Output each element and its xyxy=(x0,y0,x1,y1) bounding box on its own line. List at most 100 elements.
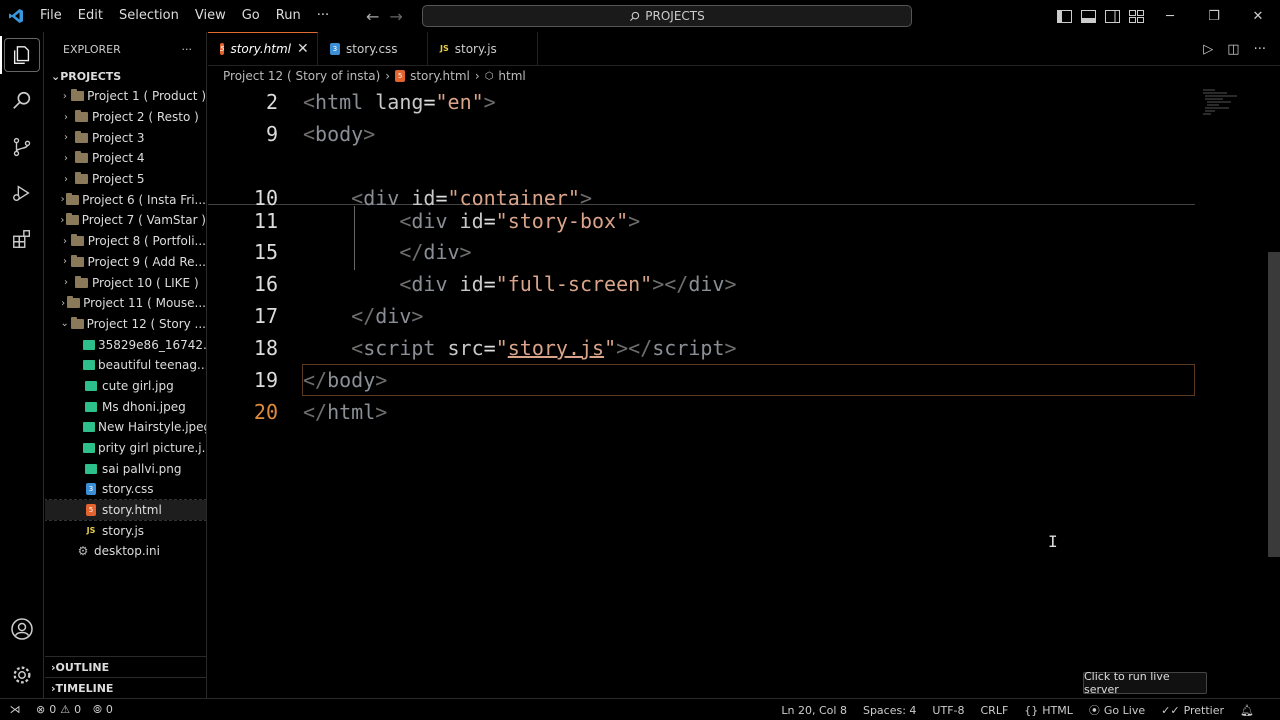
forward-arrow-icon[interactable]: → xyxy=(389,7,402,26)
code-line: 18 <script src="story.js"></script> xyxy=(208,334,737,362)
vertical-scrollbar[interactable] xyxy=(1268,252,1280,557)
tree-item-label: Project 3 xyxy=(92,130,145,145)
encoding[interactable]: UTF-8 xyxy=(926,699,970,720)
files-icon xyxy=(13,46,30,64)
tree-item[interactable]: › Project 2 ( Resto ) xyxy=(45,107,206,128)
image-file-icon xyxy=(83,400,99,414)
tree-item[interactable]: cute girl.jpg xyxy=(45,376,206,397)
tree-item-label: story.css xyxy=(102,482,154,497)
menu-go[interactable]: Go xyxy=(234,0,268,32)
menu-view[interactable]: View xyxy=(187,0,234,32)
tab-story-html[interactable]: 5 story.html ✕ xyxy=(208,32,318,65)
tree-item[interactable]: › Project 4 xyxy=(45,148,206,169)
ports-indicator[interactable]: ⦾ 0 xyxy=(87,699,119,720)
outline-section[interactable]: › OUTLINE xyxy=(45,656,206,677)
tab-story-css[interactable]: 3 story.css xyxy=(318,32,428,65)
tree-item[interactable]: 35829e86_16742... xyxy=(45,334,206,355)
menu-edit[interactable]: Edit xyxy=(70,0,111,32)
cursor-position[interactable]: Ln 20, Col 8 xyxy=(775,699,853,720)
folder-icon xyxy=(65,213,79,227)
code-line: 15 </div> xyxy=(208,238,472,266)
code-token: > xyxy=(724,272,737,296)
run-debug-activity[interactable] xyxy=(0,170,44,216)
prettier-status[interactable]: ✓✓ Prettier xyxy=(1155,699,1230,720)
remote-indicator[interactable]: ⋊ xyxy=(0,699,30,720)
code-line: 9 <body> xyxy=(208,120,375,148)
minimize-icon[interactable]: ─ xyxy=(1148,0,1192,32)
language-mode[interactable]: {} HTML xyxy=(1018,699,1079,720)
code-token: div xyxy=(411,209,448,233)
tab-story-js[interactable]: JS story.js xyxy=(428,32,538,65)
menu-file[interactable]: File xyxy=(32,0,70,32)
tree-item[interactable]: › Project 9 ( Add Re... xyxy=(45,252,206,273)
code-token: lang xyxy=(363,90,424,114)
tree-item[interactable]: sai pallvi.png xyxy=(45,458,206,479)
tree-item[interactable]: 3 story.css xyxy=(45,479,206,500)
breadcrumb-file[interactable]: story.html xyxy=(410,69,470,83)
menu-selection[interactable]: Selection xyxy=(111,0,187,32)
code-editor[interactable]: 2 <html lang="en"> 9 <body> 10 <div id="cont… xyxy=(208,86,1208,686)
projects-root-label: PROJECTS xyxy=(60,69,122,83)
search-activity[interactable] xyxy=(0,78,44,124)
code-line: 2 <html lang="en"> xyxy=(208,88,496,116)
chevron-right-icon: › xyxy=(64,152,68,164)
tree-item[interactable]: › Project 3 xyxy=(45,127,206,148)
tree-item[interactable]: › Project 1 ( Product ) xyxy=(45,86,206,107)
accounts-activity[interactable] xyxy=(0,606,44,652)
tree-item[interactable]: beautiful teenag... xyxy=(45,355,206,376)
explorer-more-icon[interactable]: ··· xyxy=(182,43,193,56)
tree-item-label: story.html xyxy=(102,503,162,518)
projects-root[interactable]: ⌄ PROJECTS xyxy=(45,66,206,86)
tree-item[interactable]: › Project 7 ( VamStar ) xyxy=(45,210,206,231)
tree-item[interactable]: ⌄ Project 12 ( Story ... xyxy=(45,314,206,335)
restore-icon[interactable]: ❐ xyxy=(1192,0,1236,32)
tree-item[interactable]: › Project 11 ( Mouse... xyxy=(45,293,206,314)
tree-item[interactable]: 5 story.html xyxy=(45,498,206,522)
close-window-icon[interactable]: ✕ xyxy=(1236,0,1280,32)
tree-item[interactable]: Ms dhoni.jpeg xyxy=(45,396,206,417)
code-token: ></ xyxy=(616,336,653,360)
chevron-right-icon: › xyxy=(385,69,391,83)
code-token: html xyxy=(327,400,376,424)
close-icon[interactable]: ✕ xyxy=(297,41,309,57)
notifications-button[interactable]: 🔔︎ xyxy=(1234,699,1260,720)
explorer-activity[interactable] xyxy=(0,32,44,78)
split-editor-icon[interactable]: ◫ xyxy=(1227,42,1239,57)
source-control-activity[interactable] xyxy=(0,124,44,170)
menu-more[interactable]: ··· xyxy=(309,0,337,32)
timeline-section[interactable]: › TIMELINE xyxy=(45,677,206,698)
tree-item-label: Project 1 ( Product ) xyxy=(87,89,206,104)
tree-item[interactable]: › Project 8 ( Portfoli... xyxy=(45,231,206,252)
extensions-activity[interactable] xyxy=(0,216,44,262)
command-center[interactable]: PROJECTS xyxy=(422,5,912,27)
code-token: ></ xyxy=(652,272,689,296)
more-actions-icon[interactable]: ··· xyxy=(1254,42,1266,57)
customize-layout-icon[interactable] xyxy=(1128,9,1144,23)
toggle-primary-sidebar-icon[interactable] xyxy=(1056,9,1072,23)
tree-item[interactable]: › Project 10 ( LIKE ) xyxy=(45,272,206,293)
minimap[interactable] xyxy=(1201,88,1241,128)
tree-item[interactable]: › Project 6 ( Insta Fri... xyxy=(45,189,206,210)
go-live-button[interactable]: ⦿ Go Live xyxy=(1083,699,1151,720)
tree-item[interactable]: › Project 5 xyxy=(45,169,206,190)
toggle-secondary-sidebar-icon[interactable] xyxy=(1104,9,1120,23)
tree-item[interactable]: prity girl picture.j... xyxy=(45,438,206,459)
indentation[interactable]: Spaces: 4 xyxy=(857,699,922,720)
manage-activity[interactable] xyxy=(0,652,44,698)
back-arrow-icon[interactable]: ← xyxy=(366,7,379,26)
tree-item[interactable]: ⚙ desktop.ini xyxy=(45,541,206,562)
menu-run[interactable]: Run xyxy=(268,0,309,32)
problems-indicator[interactable]: ⊗ 0 ⚠ 0 xyxy=(30,699,87,720)
run-icon[interactable]: ▷ xyxy=(1203,42,1213,57)
error-count: 0 xyxy=(49,703,57,716)
breadcrumb-folder[interactable]: Project 12 ( Story of insta) xyxy=(223,69,380,83)
tree-item[interactable]: JS story.js xyxy=(45,520,206,541)
breadcrumb-symbol[interactable]: html xyxy=(498,69,525,83)
code-token: = xyxy=(423,90,436,114)
js-file-icon: JS xyxy=(86,526,96,536)
end-of-line[interactable]: CRLF xyxy=(975,699,1015,720)
toggle-panel-icon[interactable] xyxy=(1080,9,1096,23)
tree-item[interactable]: New Hairstyle.jpeg xyxy=(45,417,206,438)
chevron-down-icon: ⌄ xyxy=(51,69,61,83)
code-token: < xyxy=(351,336,364,360)
